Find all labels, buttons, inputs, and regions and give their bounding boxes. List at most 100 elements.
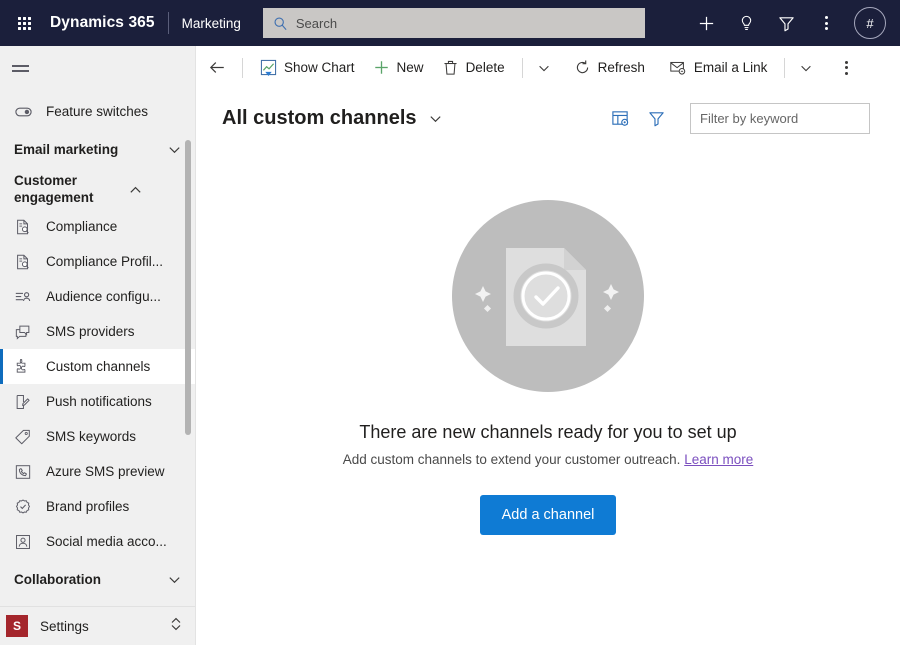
search-input[interactable]: Search bbox=[262, 8, 645, 38]
sidebar-item-label: Compliance Profil... bbox=[46, 254, 164, 269]
command-divider bbox=[521, 57, 523, 78]
refresh-icon bbox=[574, 59, 591, 76]
sidebar-group-collaboration[interactable]: Collaboration bbox=[0, 559, 195, 599]
new-button[interactable]: New bbox=[364, 51, 433, 85]
site-map-toggle-icon[interactable] bbox=[0, 46, 195, 90]
settings-badge: S bbox=[6, 615, 28, 637]
edit-columns-icon[interactable] bbox=[604, 102, 636, 134]
sidebar-item-push-notifications[interactable]: Push notifications bbox=[0, 384, 195, 419]
email-a-link-label: Email a Link bbox=[693, 60, 768, 75]
sidebar-group-customer-engagement[interactable]: Customer engagement bbox=[0, 169, 195, 209]
sidebar-item-label: Compliance bbox=[46, 219, 118, 234]
empty-state: There are new channels ready for you to … bbox=[196, 146, 900, 645]
sidebar-item-azure-sms-preview[interactable]: Azure SMS preview bbox=[0, 454, 195, 489]
app-body: Feature switches Email marketing Custome… bbox=[0, 46, 900, 645]
delete-overflow-chevron-down-icon[interactable] bbox=[531, 51, 557, 85]
sidebar-group-label: Collaboration bbox=[14, 571, 101, 587]
dots bbox=[824, 16, 828, 30]
chevron-down-icon bbox=[165, 572, 183, 587]
dots bbox=[844, 60, 848, 75]
back-button[interactable] bbox=[200, 51, 234, 85]
document-search-icon bbox=[14, 253, 36, 271]
refresh-label: Refresh bbox=[597, 60, 645, 75]
top-navigation-bar: Dynamics 365 Marketing Search # bbox=[0, 0, 900, 46]
dynamics-365-window: Dynamics 365 Marketing Search # Feature … bbox=[0, 0, 900, 645]
sidebar-item-label: Audience configu... bbox=[46, 289, 161, 304]
chat-bubbles-icon bbox=[14, 323, 36, 341]
learn-more-link[interactable]: Learn more bbox=[684, 452, 753, 467]
view-selector-chevron-down-icon[interactable] bbox=[428, 111, 443, 126]
sidebar-item-brand-profiles[interactable]: Brand profiles bbox=[0, 489, 195, 524]
email-link-icon bbox=[669, 59, 687, 76]
puzzle-piece-icon bbox=[14, 358, 36, 376]
plus-icon[interactable] bbox=[688, 5, 724, 41]
sidebar-item-custom-channels[interactable]: Custom channels bbox=[0, 349, 195, 384]
brand-divider bbox=[167, 12, 169, 34]
toggle-icon bbox=[14, 102, 36, 121]
person-frame-icon bbox=[14, 533, 36, 551]
email-overflow-chevron-down-icon[interactable] bbox=[793, 51, 819, 85]
show-chart-button[interactable]: Show Chart bbox=[251, 51, 364, 85]
sidebar-item-feature-switches[interactable]: Feature switches bbox=[0, 94, 195, 129]
empty-state-subtitle: Add custom channels to extend your custo… bbox=[343, 452, 754, 467]
command-divider bbox=[784, 57, 786, 78]
sidebar-scroll-region: Feature switches Email marketing Custome… bbox=[0, 90, 195, 606]
filter-icon[interactable] bbox=[768, 5, 804, 41]
sidebar-scrollbar[interactable] bbox=[185, 140, 191, 435]
search-icon bbox=[273, 16, 288, 31]
command-bar: Show Chart New Delete Refresh Email a Li… bbox=[196, 46, 900, 90]
filter-by-keyword-input[interactable]: Filter by keyword bbox=[690, 102, 870, 134]
sidebar-item-compliance[interactable]: Compliance bbox=[0, 209, 195, 244]
refresh-button[interactable]: Refresh bbox=[565, 51, 654, 85]
sidebar-item-label: Azure SMS preview bbox=[46, 464, 165, 479]
add-a-channel-button[interactable]: Add a channel bbox=[479, 495, 617, 535]
edit-filters-icon[interactable] bbox=[640, 102, 672, 134]
empty-state-subtitle-text: Add custom channels to extend your custo… bbox=[342, 452, 681, 467]
chevron-up-icon bbox=[126, 182, 144, 197]
document-search-icon bbox=[14, 218, 36, 236]
sidebar-item-label: Push notifications bbox=[46, 394, 152, 409]
document-check-circle-illustration bbox=[450, 198, 646, 394]
delete-button[interactable]: Delete bbox=[433, 51, 514, 85]
audience-icon bbox=[14, 288, 36, 306]
phone-device-icon bbox=[14, 463, 36, 481]
chevron-up-down-icon bbox=[169, 616, 183, 637]
badge-check-icon bbox=[14, 498, 36, 516]
settings-label: Settings bbox=[40, 618, 89, 634]
sidebar-group-label: Customer engagement bbox=[14, 173, 94, 205]
sidebar-item-sms-keywords[interactable]: SMS keywords bbox=[0, 419, 195, 454]
avatar[interactable]: # bbox=[854, 7, 886, 39]
sidebar-group-email-marketing[interactable]: Email marketing bbox=[0, 129, 195, 169]
sidebar-item-audience-configuration[interactable]: Audience configu... bbox=[0, 279, 195, 314]
sidebar-item-label: Brand profiles bbox=[46, 499, 130, 514]
waffle-grid bbox=[17, 16, 31, 30]
command-bar-overflow-icon[interactable] bbox=[831, 51, 861, 85]
sidebar-item-sms-providers[interactable]: SMS providers bbox=[0, 314, 195, 349]
sidebar-item-compliance-profiles[interactable]: Compliance Profil... bbox=[0, 244, 195, 279]
command-divider bbox=[242, 57, 243, 78]
area-switcher-settings[interactable]: S Settings bbox=[0, 606, 195, 645]
brand-title[interactable]: Dynamics 365 bbox=[50, 14, 155, 32]
push-notification-icon bbox=[14, 393, 36, 411]
show-chart-label: Show Chart bbox=[284, 60, 355, 75]
app-launcher-icon[interactable] bbox=[8, 7, 40, 39]
page-title: All custom channels bbox=[222, 106, 417, 129]
sidebar-item-label: Social media acco... bbox=[46, 534, 167, 549]
app-name[interactable]: Marketing bbox=[182, 16, 241, 31]
filter-placeholder: Filter by keyword bbox=[700, 110, 799, 126]
email-a-link-button[interactable]: Email a Link bbox=[660, 51, 777, 85]
search-placeholder: Search bbox=[295, 15, 338, 31]
show-chart-icon bbox=[260, 59, 277, 76]
view-tools bbox=[604, 102, 672, 134]
delete-label: Delete bbox=[465, 60, 505, 75]
trash-icon bbox=[442, 59, 459, 76]
sidebar-item-label: SMS keywords bbox=[46, 429, 137, 444]
sidebar-item-label: Custom channels bbox=[46, 359, 151, 374]
sidebar-item-social-media-accounts[interactable]: Social media acco... bbox=[0, 524, 195, 559]
top-bar-actions: # bbox=[688, 5, 886, 41]
more-vertical-icon[interactable] bbox=[808, 5, 844, 41]
lightbulb-icon[interactable] bbox=[728, 5, 764, 41]
sidebar-group-label: Email marketing bbox=[14, 141, 119, 157]
hamburger-lines bbox=[12, 64, 29, 72]
plus-icon bbox=[373, 59, 390, 76]
